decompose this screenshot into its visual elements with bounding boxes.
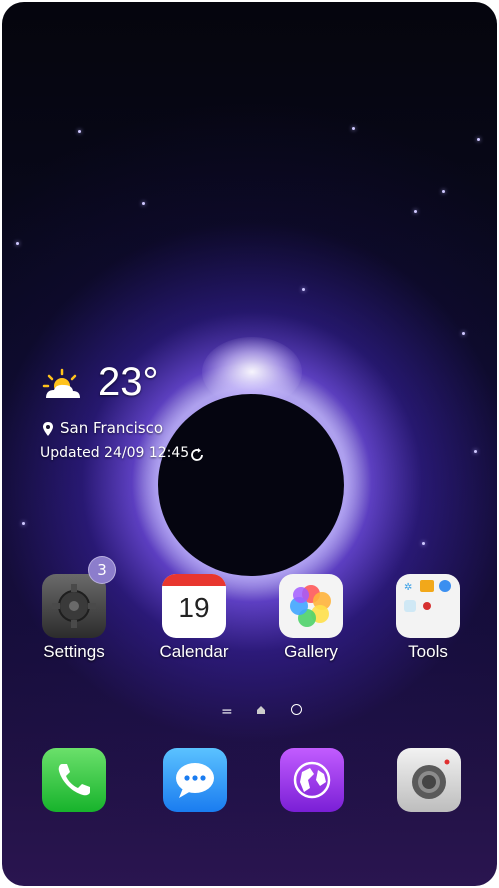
- star: [78, 130, 81, 133]
- gear-icon: [52, 584, 96, 628]
- star: [352, 127, 355, 130]
- app-label: Calendar: [159, 642, 229, 661]
- star: [142, 202, 145, 205]
- home-indicator-icon[interactable]: [256, 705, 266, 715]
- refresh-icon[interactable]: [189, 447, 205, 463]
- flower-icon: [290, 585, 331, 627]
- svg-text:✲: ✲: [404, 582, 412, 593]
- star: [474, 450, 477, 453]
- page-dot-icon[interactable]: [291, 704, 302, 715]
- menu-indicator-icon[interactable]: =: [221, 704, 233, 720]
- app-calendar[interactable]: 19 Calendar: [144, 574, 244, 662]
- star: [302, 288, 305, 291]
- messages-icon: [176, 763, 214, 798]
- messages-app[interactable]: [163, 748, 227, 812]
- app-label: Tools: [408, 642, 448, 661]
- browser-app[interactable]: [280, 748, 344, 812]
- star: [442, 190, 445, 193]
- star: [422, 542, 425, 545]
- settings-icon: 3: [42, 556, 116, 638]
- partly-sunny-icon: [42, 368, 80, 398]
- home-screen: 23° San Francisco Updated 24/09 12:45 3 …: [2, 2, 497, 886]
- phone-icon: [58, 764, 90, 796]
- star: [414, 210, 417, 213]
- star: [477, 138, 480, 141]
- star: [16, 242, 19, 245]
- tools-folder-icon: ✲: [396, 574, 460, 638]
- location-name: San Francisco: [60, 419, 164, 437]
- star: [22, 522, 25, 525]
- phone-app[interactable]: [42, 748, 106, 812]
- temperature: 23°: [98, 360, 159, 404]
- globe-icon: [293, 761, 331, 799]
- folder-grid-icon: ✲: [404, 580, 451, 612]
- camera-app[interactable]: [397, 748, 461, 812]
- app-label: Settings: [43, 642, 105, 661]
- app-gallery[interactable]: Gallery: [261, 574, 361, 662]
- app-settings[interactable]: 3 Settings: [24, 556, 124, 662]
- eclipse-moon: [158, 394, 344, 576]
- star: [462, 332, 465, 335]
- app-tools[interactable]: ✲ Tools: [378, 574, 478, 662]
- updated-time: Updated 24/09 12:45: [40, 445, 190, 461]
- camera-icon: [412, 759, 450, 799]
- calendar-icon: 19: [162, 574, 226, 638]
- notification-badge: 3: [88, 556, 116, 584]
- calendar-day: 19: [178, 592, 210, 623]
- page-indicators[interactable]: =: [218, 702, 308, 720]
- location-pin-icon: [43, 422, 53, 436]
- calendar-header: [162, 574, 226, 586]
- gallery-icon: [279, 574, 343, 638]
- app-label: Gallery: [284, 642, 338, 661]
